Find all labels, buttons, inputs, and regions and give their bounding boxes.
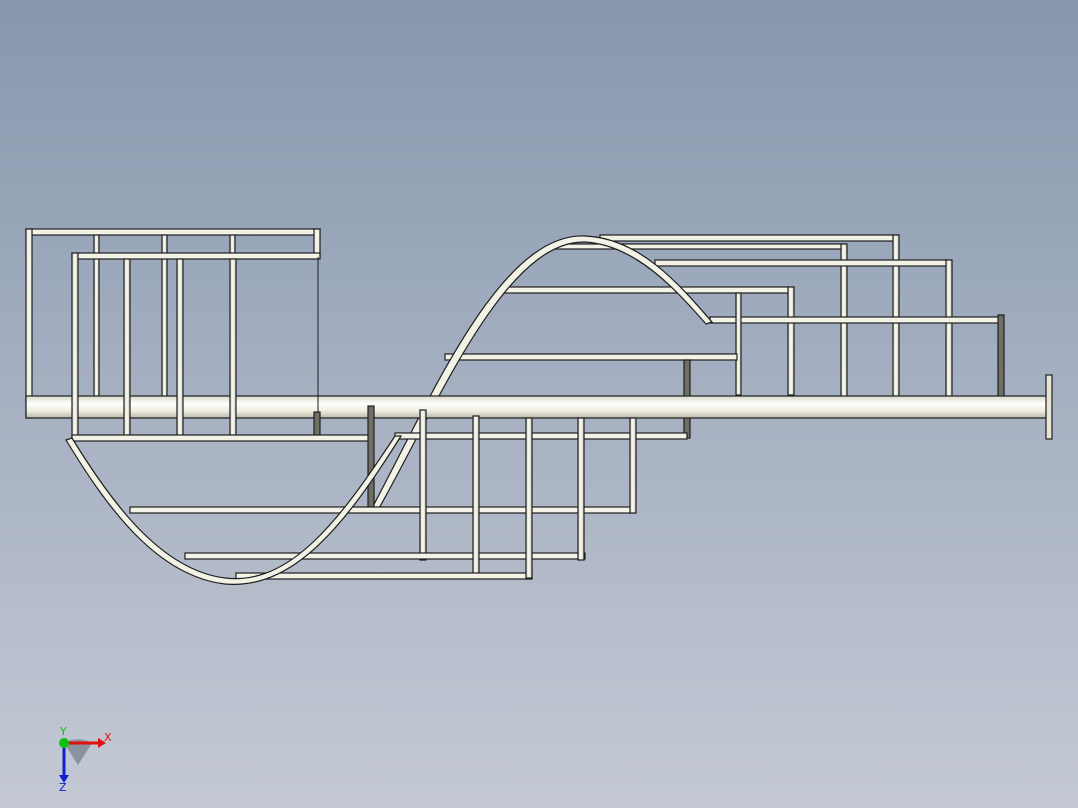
x-axis-label: X — [104, 731, 112, 744]
y-axis-origin-icon — [59, 738, 69, 748]
z-axis-label: Z — [59, 781, 67, 794]
graphics-viewport[interactable] — [0, 0, 1078, 808]
ribbon-mixer-model[interactable] — [25, 228, 1053, 585]
coordinate-triad: X Y Z — [59, 725, 112, 794]
y-axis-label: Y — [59, 725, 67, 738]
